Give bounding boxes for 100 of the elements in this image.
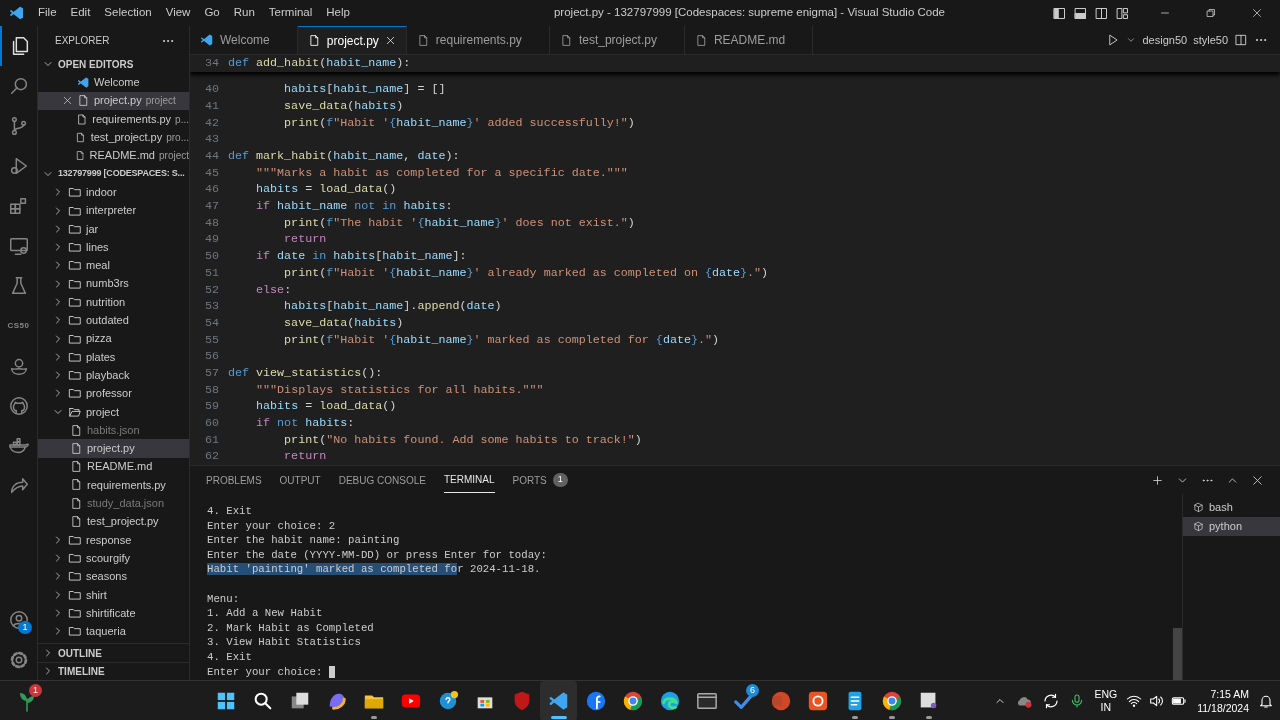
code-line: print(f"The habit '{habit_name}' does not exist.") (283, 214, 635, 232)
menu-item[interactable]: Edit (63, 4, 98, 22)
tree-item[interactable]: plates (86, 348, 116, 366)
terminal-line: Enter the habit name: painting (207, 533, 400, 548)
chevron-down-icon[interactable] (1126, 35, 1137, 45)
close-icon (1251, 7, 1263, 19)
file-icon (70, 441, 83, 455)
monitor-icon[interactable] (7, 235, 30, 257)
tree-item[interactable]: shirtificate (86, 604, 136, 622)
open-editor-item[interactable]: test_project.py (90, 129, 163, 146)
tree-item[interactable]: study_data.json (87, 495, 165, 512)
open-editor-item[interactable]: project.py (94, 92, 142, 109)
language-indicator[interactable]: ENG (1094, 687, 1118, 701)
terminal-line: 1. Add a New Habit (207, 606, 323, 621)
tree-item[interactable]: shirt (86, 586, 107, 603)
menu-item[interactable]: Run (226, 4, 262, 22)
menu-item[interactable]: Terminal (261, 4, 320, 22)
browser-icon (621, 689, 644, 712)
code-line: habits = load_data() (255, 398, 397, 416)
close-icon[interactable] (384, 35, 396, 46)
layout-grid-icon[interactable] (1115, 5, 1130, 21)
panel-tab[interactable]: TERMINAL (443, 467, 495, 493)
sync-icon[interactable] (1042, 691, 1061, 710)
panel-tab[interactable]: PROBLEMS (206, 467, 262, 493)
line-number: 57 (203, 364, 220, 382)
tree-item[interactable]: nutrition (86, 293, 126, 311)
file-icon (70, 515, 83, 529)
open-editor-item[interactable]: requirements.py (92, 110, 172, 128)
line-number: 50 (203, 248, 220, 266)
tree-item[interactable]: lines (86, 238, 109, 256)
code-line: print(f"Habit '{habit_name}' added successfully!") (283, 114, 635, 132)
menu-item[interactable]: Go (197, 4, 227, 22)
section-header[interactable]: TIMELINE (58, 663, 105, 679)
tree-item[interactable]: numb3rs (86, 275, 129, 292)
add-icon[interactable] (1151, 473, 1164, 487)
activity-label[interactable]: CS50 (7, 320, 30, 332)
tree-item[interactable]: habits.json (87, 421, 140, 439)
tree-item[interactable]: jar (86, 220, 99, 238)
editor-tab[interactable]: project.py (297, 26, 407, 54)
file-icon (70, 423, 83, 437)
file-icon (70, 460, 83, 474)
cube-icon (1193, 502, 1204, 513)
tree-item[interactable]: professor (86, 385, 132, 402)
folder-icon (68, 313, 82, 328)
terminal-session[interactable]: python (1183, 517, 1280, 536)
sidebar-toggle-icon[interactable] (1052, 5, 1067, 21)
folder-icon (68, 569, 82, 584)
file-icon (70, 478, 83, 492)
split-editor-icon[interactable] (1234, 33, 1248, 47)
line-number: 55 (203, 331, 220, 349)
tree-item[interactable]: indoor (86, 183, 117, 201)
code-line: print("No habits found. Add some habits to track!") (283, 431, 642, 449)
tree-item[interactable]: pizza (86, 330, 112, 347)
section-header[interactable]: 132797999 [CODESPACES: S... (58, 167, 185, 181)
tree-item[interactable]: scourgify (86, 549, 131, 567)
tree-item[interactable]: response (86, 531, 132, 549)
terminal-session[interactable]: bash (1183, 498, 1280, 517)
menu-item[interactable]: Help (319, 4, 357, 22)
section-header[interactable]: OUTLINE (58, 645, 102, 661)
editor-action[interactable]: style50 (1193, 31, 1228, 49)
open-editor-item[interactable]: Welcome (94, 74, 140, 91)
cat-circle-icon[interactable] (7, 395, 30, 417)
split-layout-icon[interactable] (1094, 5, 1109, 21)
folder-icon (68, 624, 82, 639)
menu-item[interactable]: View (158, 4, 198, 22)
close-icon[interactable] (62, 95, 73, 107)
panel-tab[interactable]: PORTS 1 (512, 467, 568, 493)
code-line: print(f"Habit '{habit_name}' already marked as completed on {date}.") (283, 264, 769, 282)
code-line: return (283, 231, 327, 249)
language-indicator[interactable]: IN (1100, 700, 1112, 714)
tree-item[interactable]: README.md (87, 458, 153, 475)
line-number: 53 (203, 298, 220, 316)
editor-logo-icon (547, 689, 570, 712)
editor-action[interactable]: design50 (1142, 31, 1188, 49)
tree-item[interactable]: taqueria (86, 623, 126, 640)
tree-item[interactable]: seasons (86, 568, 127, 585)
tree-item[interactable]: playback (86, 366, 130, 384)
tree-item[interactable]: requirements.py (87, 476, 166, 494)
panel-tab[interactable]: OUTPUT (279, 467, 321, 493)
panel-tab[interactable]: DEBUG CONSOLE (338, 467, 426, 493)
menu-item[interactable]: Selection (97, 4, 159, 22)
close-icon[interactable] (1251, 473, 1264, 487)
clock-time[interactable]: 7:15 AM (1210, 686, 1249, 701)
tree-item[interactable]: meal (86, 257, 110, 274)
section-header[interactable]: OPEN EDITORS (58, 56, 134, 72)
line-number: 52 (203, 281, 220, 299)
clock-date[interactable]: 11/18/2024 (1197, 700, 1249, 715)
folder-icon (68, 258, 82, 273)
panel-toggle-icon[interactable] (1073, 5, 1088, 21)
menu-item[interactable]: File (31, 4, 64, 22)
tree-item[interactable]: outdated (86, 312, 129, 329)
tree-item[interactable]: test_project.py (87, 513, 159, 530)
line-number: 61 (203, 431, 220, 449)
round-logo-icon (584, 689, 607, 712)
taskbar-button[interactable] (540, 680, 577, 720)
scrollbar-thumb[interactable] (1173, 628, 1182, 680)
open-editor-item[interactable]: README.md (89, 147, 155, 164)
taskbar-button[interactable]: 6 (725, 680, 762, 720)
tree-item[interactable]: project (86, 403, 120, 421)
tree-item[interactable]: interpreter (86, 202, 137, 219)
